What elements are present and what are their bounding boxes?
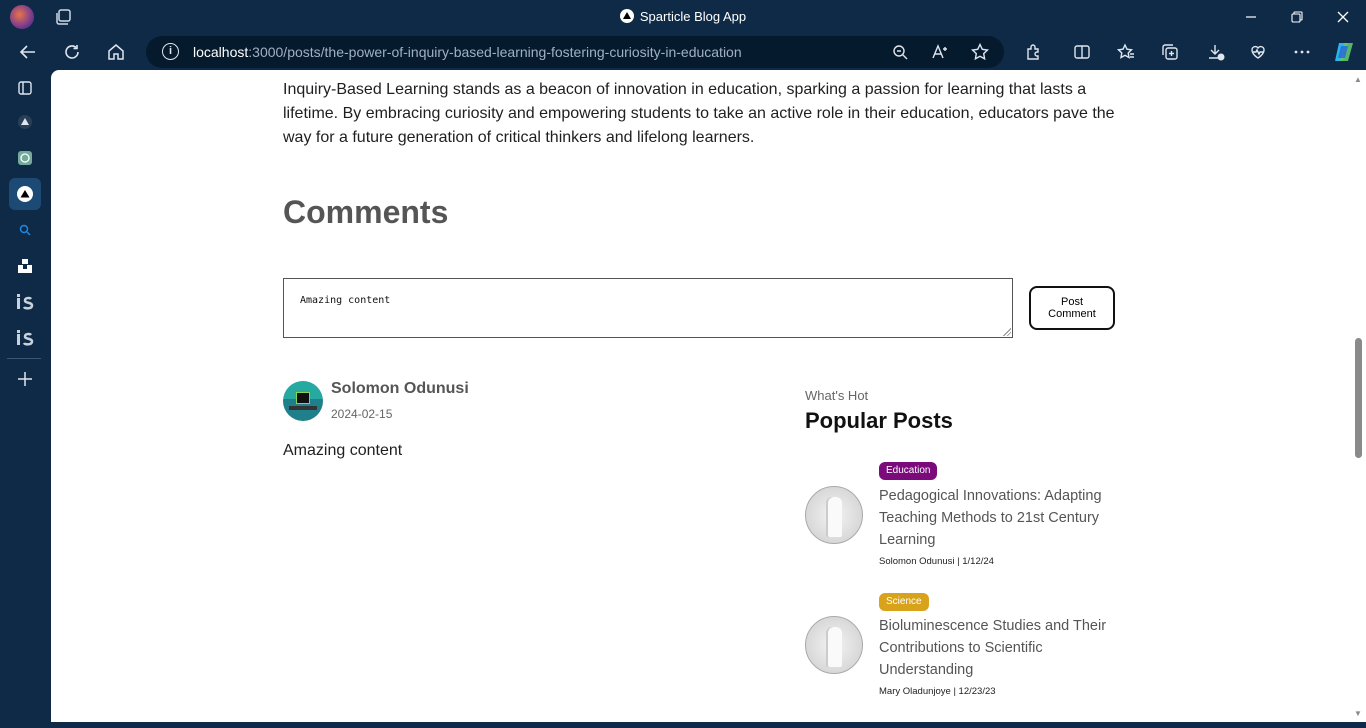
copilot-icon[interactable] (1330, 38, 1358, 66)
category-badge[interactable]: Education (879, 462, 938, 480)
textarea-resize-handle[interactable] (1003, 328, 1011, 336)
refresh-icon[interactable] (58, 38, 86, 66)
window-title-text: Sparticle Blog App (639, 9, 747, 24)
avatar-desk-graphic (289, 406, 317, 410)
url-host: localhost (193, 44, 249, 60)
window-title: Sparticle Blog App (0, 9, 1366, 24)
popular-post-title[interactable]: Pedagogical Innovations: Adapting Teachi… (879, 485, 1119, 551)
popular-post-thumbnail[interactable] (805, 616, 863, 674)
category-badge[interactable]: Science (879, 593, 929, 611)
popular-posts-heading: Popular Posts (805, 408, 953, 433)
is-icon[interactable] (9, 286, 41, 318)
popular-post-thumbnail[interactable] (805, 486, 863, 544)
site-info-icon[interactable]: i (162, 43, 179, 60)
search-icon[interactable] (9, 214, 41, 246)
whats-hot-label: What's Hot (805, 388, 869, 403)
close-button[interactable] (1320, 0, 1366, 34)
vercel-active-icon[interactable] (9, 178, 41, 210)
article-closing-paragraph: Inquiry-Based Learning stands as a beaco… (283, 81, 1115, 146)
comment-textarea-value: Amazing content (300, 295, 391, 306)
split-screen-icon[interactable] (1068, 38, 1096, 66)
favorites-icon[interactable] (1112, 38, 1140, 66)
home-icon[interactable] (102, 38, 130, 66)
vercel-icon[interactable] (9, 106, 41, 138)
commenter-name[interactable]: Solomon Odunusi (331, 380, 469, 398)
avatar-computer-graphic (296, 392, 310, 404)
performance-icon[interactable] (1244, 38, 1272, 66)
back-icon[interactable] (14, 38, 42, 66)
chatgpt-icon[interactable] (9, 142, 41, 174)
app-logo-icon (619, 9, 634, 23)
comment-date: 2024-02-15 (331, 407, 393, 421)
page-viewport: Inquiry-Based Learning stands as a beaco… (51, 70, 1362, 722)
comment-textarea[interactable]: Amazing content (283, 278, 1013, 338)
sidebar-divider (7, 358, 41, 359)
address-bar[interactable]: i localhost:3000/posts/the-power-of-inqu… (146, 36, 1004, 68)
collections-icon[interactable] (1156, 38, 1184, 66)
post-comment-button[interactable]: Post Comment (1029, 286, 1115, 330)
popular-post-meta: Solomon Odunusi | 1/12/24 (879, 556, 994, 567)
is-icon[interactable] (9, 322, 41, 354)
url-text[interactable]: localhost:3000/posts/the-power-of-inquir… (193, 44, 742, 60)
popular-post-title[interactable]: Bioluminescence Studies and Their Contri… (879, 615, 1119, 681)
extensions-icon[interactable] (1020, 38, 1048, 66)
restore-button[interactable] (1274, 0, 1320, 34)
popular-post-meta: Mary Oladunjoye | 12/23/23 (879, 686, 996, 697)
url-path: :3000/posts/the-power-of-inquiry-based-l… (248, 44, 742, 60)
scroll-down-icon[interactable]: ▼ (1354, 710, 1362, 718)
downloads-icon[interactable] (1202, 38, 1230, 66)
title-bar: Sparticle Blog App (0, 0, 1366, 34)
add-icon[interactable] (9, 363, 41, 395)
scrollbar-thumb[interactable] (1355, 338, 1362, 458)
browser-toolbar: i localhost:3000/posts/the-power-of-inqu… (0, 34, 1366, 70)
read-aloud-icon[interactable] (930, 41, 952, 63)
favorite-star-icon[interactable] (969, 41, 991, 63)
more-options-icon[interactable] (1288, 38, 1316, 66)
commenter-avatar (283, 381, 323, 421)
scroll-up-icon[interactable]: ▲ (1354, 76, 1362, 84)
zoom-icon[interactable] (889, 41, 911, 63)
unsplash-icon[interactable] (9, 250, 41, 282)
minimize-button[interactable] (1228, 0, 1274, 34)
tab-actions-icon[interactable] (9, 72, 41, 104)
browser-sidebar (0, 70, 51, 728)
comments-heading: Comments (283, 194, 449, 230)
comment-text: Amazing content (283, 442, 403, 459)
